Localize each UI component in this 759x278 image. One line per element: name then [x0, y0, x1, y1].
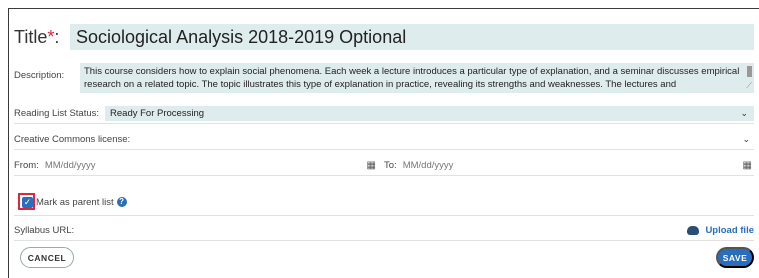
- to-label: To:: [384, 159, 397, 171]
- resize-handle-icon[interactable]: ⟋: [746, 79, 752, 92]
- status-value: Ready For Processing: [110, 107, 205, 119]
- chevron-down-icon[interactable]: ⌄: [742, 134, 750, 145]
- divider: [14, 149, 754, 150]
- status-label: Reading List Status:: [14, 107, 100, 119]
- description-text: This course considers how to explain soc…: [84, 66, 740, 90]
- date-row: From: MM/dd/yyyy ▦ To: MM/dd/yyyy ▦: [14, 157, 754, 173]
- cloud-upload-icon: [687, 225, 700, 235]
- to-input[interactable]: MM/dd/yyyy: [403, 160, 743, 171]
- from-date[interactable]: From: MM/dd/yyyy ▦: [14, 160, 376, 171]
- cc-row[interactable]: Creative Commons license: ⌄: [14, 131, 754, 147]
- title-input[interactable]: Sociological Analysis 2018-2019 Optional: [70, 24, 754, 50]
- parent-list-label[interactable]: Mark as parent list: [36, 197, 114, 208]
- info-icon[interactable]: ?: [116, 197, 127, 207]
- title-label: Title*:: [14, 26, 60, 47]
- syllabus-label: Syllabus URL:: [14, 224, 75, 236]
- from-label: From:: [14, 159, 39, 171]
- calendar-icon[interactable]: ▦: [367, 160, 376, 171]
- upload-file-button[interactable]: Upload file: [687, 225, 754, 236]
- cancel-button[interactable]: CANCEL: [20, 247, 74, 268]
- description-label: Description:: [14, 70, 65, 81]
- save-button[interactable]: SAVE: [716, 247, 754, 268]
- status-row: Reading List Status: Ready For Processin…: [14, 105, 754, 121]
- from-input[interactable]: MM/dd/yyyy: [45, 160, 367, 171]
- divider: [14, 215, 754, 216]
- parent-list-row: ✓ Mark as parent list ?: [22, 195, 759, 209]
- syllabus-row: Syllabus URL: Upload file: [14, 222, 754, 238]
- title-row: Title*: Sociological Analysis 2018-2019 …: [14, 21, 754, 53]
- chevron-down-icon: ⌄: [740, 107, 748, 118]
- divider: [14, 240, 754, 241]
- divider: [14, 123, 754, 124]
- parent-list-checkbox[interactable]: ✓: [22, 196, 33, 208]
- description-scrollbar[interactable]: [747, 66, 752, 77]
- to-date[interactable]: To: MM/dd/yyyy ▦: [384, 160, 754, 171]
- upload-file-label: Upload file: [705, 224, 754, 236]
- description-row: Description: This course considers how t…: [14, 63, 754, 93]
- divider: [14, 175, 754, 176]
- status-select[interactable]: Ready For Processing ⌄: [105, 105, 754, 121]
- calendar-icon[interactable]: ▦: [743, 160, 752, 171]
- cc-label: Creative Commons license:: [14, 133, 131, 145]
- description-textarea[interactable]: This course considers how to explain soc…: [80, 63, 754, 93]
